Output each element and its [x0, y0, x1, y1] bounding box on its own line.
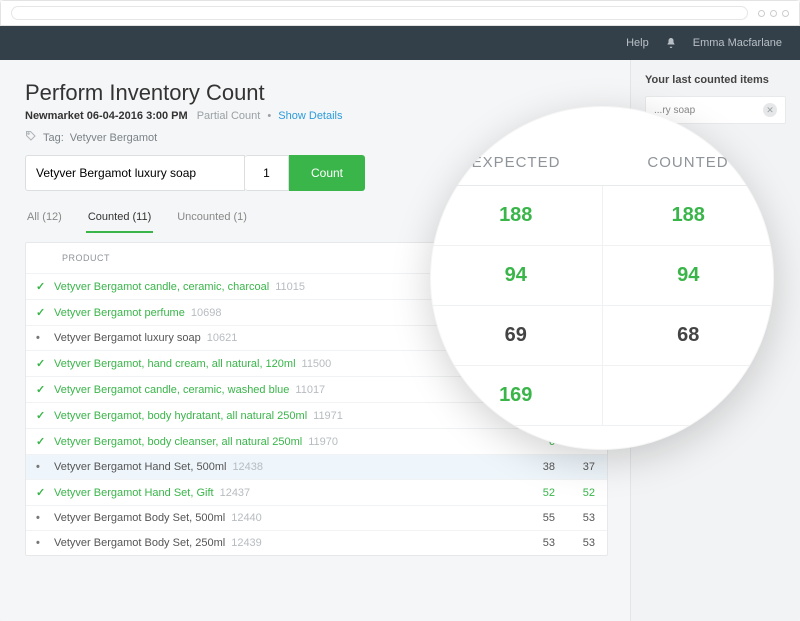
tag-prefix: Tag:: [43, 132, 64, 144]
product-name: Vetyver Bergamot, hand cream, all natura…: [54, 358, 515, 370]
counted-value: 37: [555, 461, 595, 473]
check-icon: ✓: [36, 435, 54, 448]
product-sku: 12440: [231, 512, 262, 524]
product-name: Vetyver Bergamot Hand Set, Gift12437: [54, 487, 515, 499]
expected-value: 55: [515, 512, 555, 524]
product-sku: 11970: [308, 436, 338, 448]
product-input[interactable]: [25, 155, 245, 191]
product-name: Vetyver Bergamot Body Set, 250ml12439: [54, 537, 515, 549]
product-name: Vetyver Bergamot, body hydratant, all na…: [54, 410, 515, 422]
window-controls: [758, 10, 789, 17]
product-sku: 11015: [275, 281, 305, 293]
expected-value: 52: [515, 487, 555, 499]
lens-counted: 68: [603, 306, 775, 365]
count-button[interactable]: Count: [289, 155, 365, 191]
user-name[interactable]: Emma Macfarlane: [693, 37, 782, 49]
product-sku: 12437: [220, 487, 251, 499]
check-icon: ✓: [36, 306, 54, 319]
browser-chrome: [0, 0, 800, 26]
dot-icon: [36, 537, 54, 549]
app-topbar: Help Emma Macfarlane: [0, 26, 800, 60]
sidebar-title: Your last counted items: [645, 74, 786, 86]
product-sku: 11017: [295, 384, 325, 396]
expected-value: 38: [515, 461, 555, 473]
help-link[interactable]: Help: [626, 37, 649, 49]
magnifier-lens: EXPECTED COUNTED 18818894946968169: [430, 106, 774, 450]
count-name: Newmarket 06-04-2016 3:00 PM: [25, 110, 188, 122]
lens-counted: 188: [603, 186, 775, 245]
product-sku: 12439: [231, 537, 262, 549]
lens-expected: 69: [430, 306, 603, 365]
table-row[interactable]: Vetyver Bergamot Body Set, 500ml12440555…: [26, 505, 607, 530]
show-details-link[interactable]: Show Details: [278, 110, 342, 122]
dot-icon: [36, 332, 54, 344]
tab-counted[interactable]: Counted (11): [86, 205, 153, 233]
list-item-label: ...ry soap: [654, 105, 695, 116]
product-name: Vetyver Bergamot Body Set, 500ml12440: [54, 512, 515, 524]
counted-value: 52: [555, 487, 595, 499]
check-icon: ✓: [36, 409, 54, 422]
lens-counted: 94: [603, 246, 775, 305]
notifications-icon[interactable]: [665, 37, 677, 49]
lens-expected: 94: [430, 246, 603, 305]
quantity-input[interactable]: [245, 155, 289, 191]
counted-value: 53: [555, 512, 595, 524]
page-title: Perform Inventory Count: [25, 80, 608, 106]
lens-row: 6968: [430, 306, 774, 366]
table-row[interactable]: ✓Vetyver Bergamot, body cleanser, all na…: [26, 428, 607, 454]
dot-icon: [36, 512, 54, 524]
lens-expected: 188: [430, 186, 603, 245]
lens-row: 188188: [430, 186, 774, 246]
product-sku: 10621: [207, 332, 238, 344]
table-row[interactable]: ✓Vetyver Bergamot Hand Set, Gift12437525…: [26, 479, 607, 505]
counted-value: 53: [555, 537, 595, 549]
page-subtitle: Newmarket 06-04-2016 3:00 PM Partial Cou…: [25, 110, 608, 122]
count-type: Partial Count: [197, 110, 261, 122]
check-icon: ✓: [36, 486, 54, 499]
tag-icon: [25, 130, 37, 145]
lens-row: 9494: [430, 246, 774, 306]
remove-icon[interactable]: ✕: [763, 103, 777, 117]
product-sku: 10698: [191, 307, 222, 319]
table-row[interactable]: Vetyver Bergamot Hand Set, 500ml12438383…: [26, 454, 607, 479]
check-icon: ✓: [36, 357, 54, 370]
expected-value: 53: [515, 537, 555, 549]
tab-all[interactable]: All (12): [25, 205, 64, 233]
product-sku: 12438: [232, 461, 263, 473]
dot-icon: [36, 461, 54, 473]
table-row[interactable]: Vetyver Bergamot Body Set, 250ml12439535…: [26, 530, 607, 555]
product-sku: 11500: [302, 358, 332, 370]
check-icon: ✓: [36, 280, 54, 293]
tag-value: Vetyver Bergamot: [70, 132, 157, 144]
address-bar[interactable]: [11, 6, 748, 20]
product-name: Vetyver Bergamot candle, ceramic, washed…: [54, 384, 515, 396]
check-icon: ✓: [36, 383, 54, 396]
product-name: Vetyver Bergamot, body cleanser, all nat…: [54, 436, 515, 448]
product-name: Vetyver Bergamot Hand Set, 500ml12438: [54, 461, 515, 473]
tab-uncounted[interactable]: Uncounted (1): [175, 205, 249, 233]
product-sku: 11971: [313, 410, 343, 422]
